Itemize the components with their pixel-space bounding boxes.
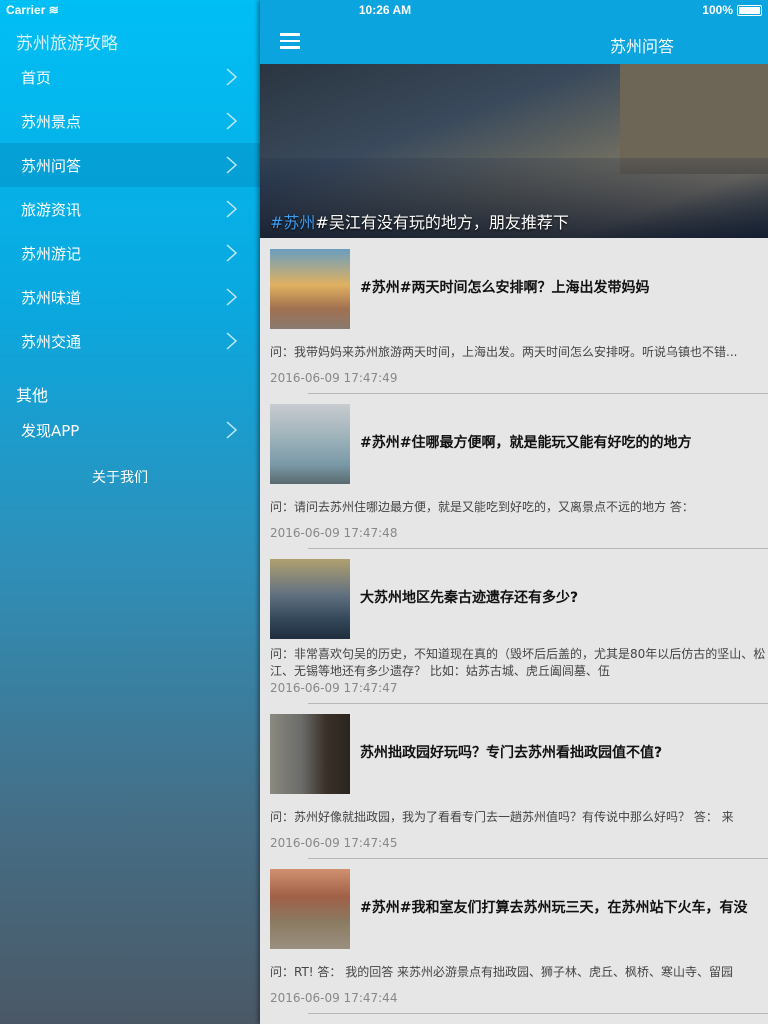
sidebar-item-label: 苏州交通 — [21, 332, 82, 351]
question-title: 大苏州地区先秦古迹遗存还有多少? — [360, 590, 579, 606]
list-item[interactable]: #苏州#我和室友们打算去苏州玩三天，在苏州站下火车，有没 问：RT! 答： 我的… — [260, 859, 768, 1014]
nav-bar: 10:26 AM 100% 苏州问答 — [260, 0, 768, 64]
question-title: 苏州拙政园好玩吗？专门去苏州看拙政园值不值? — [360, 745, 663, 761]
banner-caption-text: #吴江有没有玩的地方，朋友推荐下 — [315, 213, 569, 232]
sidebar-item-qa[interactable]: 苏州问答 — [0, 143, 260, 187]
thumbnail — [270, 714, 350, 794]
sidebar: Carrier ≋ 苏州旅游攻略 首页 苏州景点 苏州问答 旅游资讯 苏州游记 … — [0, 0, 260, 1024]
sidebar-item-transport[interactable]: 苏州交通 — [0, 319, 260, 363]
question-desc: 问：我带妈妈来苏州旅游两天时间，上海出发。两天时间怎么安排呀。听说乌镇也不错..… — [270, 345, 738, 359]
chevron-right-icon — [226, 156, 238, 174]
main-panel: 10:26 AM 100% 苏州问答 #苏州#吴江有没有玩的地方，朋友推荐下 #… — [260, 0, 768, 1024]
sidebar-item-label: 发现APP — [21, 421, 80, 440]
thumbnail — [270, 869, 350, 949]
sidebar-section-other: 其他 — [16, 386, 49, 405]
sidebar-title: 苏州旅游攻略 — [16, 34, 118, 54]
sidebar-item-home[interactable]: 首页 — [0, 55, 260, 99]
question-date: 2016-06-09 17:47:44 — [270, 991, 398, 1005]
question-desc: 问：请问去苏州住哪边最方便，就是又能吃到好吃的，又离景点不远的地方 答： — [270, 500, 694, 514]
question-title: #苏州#住哪最方便啊，就是能玩又能有好吃的的地方 — [360, 435, 692, 451]
banner-tag: #苏州 — [270, 213, 316, 232]
chevron-right-icon — [226, 112, 238, 130]
status-battery: 100% — [702, 3, 762, 17]
sidebar-item-label: 旅游资讯 — [21, 200, 82, 219]
carrier-label: Carrier — [6, 3, 46, 17]
question-date: 2016-06-09 17:47:48 — [270, 526, 398, 540]
list-item[interactable]: #苏州#住哪最方便啊，就是能玩又能有好吃的的地方 问：请问去苏州住哪边最方便，就… — [260, 394, 768, 549]
sidebar-item-news[interactable]: 旅游资讯 — [0, 187, 260, 231]
status-time: 10:26 AM — [358, 3, 412, 17]
hamburger-menu-icon[interactable] — [280, 33, 300, 49]
thumbnail — [270, 559, 350, 639]
question-date: 2016-06-09 17:47:47 — [270, 681, 398, 695]
banner[interactable]: #苏州#吴江有没有玩的地方，朋友推荐下 — [260, 64, 768, 238]
sidebar-item-discover-app[interactable]: 发现APP — [0, 408, 260, 452]
battery-icon — [737, 4, 762, 16]
page-title: 苏州问答 — [610, 37, 675, 56]
question-desc: 问：RT! 答： 我的回答 来苏州必游景点有拙政园、狮子林、虎丘、枫桥、寒山寺、… — [270, 965, 734, 979]
sidebar-item-label: 苏州问答 — [21, 156, 82, 175]
about-us-link[interactable]: 关于我们 — [0, 467, 240, 487]
chevron-right-icon — [226, 244, 238, 262]
list-item[interactable]: #苏州#两天时间怎么安排啊？上海出发带妈妈 问：我带妈妈来苏州旅游两天时间，上海… — [260, 239, 768, 394]
question-desc: 问：非常喜欢句吴的历史，不知道现在真的（毁坏后后盖的，尤其是80年以后仿古的坚山… — [270, 647, 766, 678]
divider — [308, 1013, 768, 1014]
chevron-right-icon — [226, 200, 238, 218]
battery-label: 100% — [702, 3, 733, 17]
sidebar-item-travelogue[interactable]: 苏州游记 — [0, 231, 260, 275]
sidebar-item-attractions[interactable]: 苏州景点 — [0, 99, 260, 143]
list-item[interactable]: 苏州拙政园好玩吗？专门去苏州看拙政园值不值? 问：苏州好像就拙政园，我为了看看专… — [260, 704, 768, 859]
question-date: 2016-06-09 17:47:49 — [270, 371, 398, 385]
thumbnail — [270, 249, 350, 329]
list-item[interactable]: 大苏州地区先秦古迹遗存还有多少? 问：非常喜欢句吴的历史，不知道现在真的（毁坏后… — [260, 549, 768, 704]
question-title: #苏州#我和室友们打算去苏州玩三天，在苏州站下火车，有没 — [360, 900, 748, 916]
chevron-right-icon — [226, 332, 238, 350]
sidebar-item-label: 苏州游记 — [21, 244, 82, 263]
sidebar-item-label: 首页 — [21, 68, 52, 87]
chevron-right-icon — [226, 68, 238, 86]
wifi-icon: ≋ — [48, 3, 59, 17]
question-desc: 问：苏州好像就拙政园，我为了看看专门去一趟苏州值吗？有传说中那么好吗？ 答： 来 — [270, 810, 734, 824]
sidebar-item-label: 苏州味道 — [21, 288, 82, 307]
thumbnail — [270, 404, 350, 484]
banner-caption: #苏州#吴江有没有玩的地方，朋友推荐下 — [270, 209, 569, 233]
chevron-right-icon — [226, 288, 238, 306]
sidebar-item-food[interactable]: 苏州味道 — [0, 275, 260, 319]
question-date: 2016-06-09 17:47:45 — [270, 836, 398, 850]
question-title: #苏州#两天时间怎么安排啊？上海出发带妈妈 — [360, 280, 650, 296]
status-carrier: Carrier ≋ — [6, 3, 59, 17]
chevron-right-icon — [226, 421, 238, 439]
sidebar-item-label: 苏州景点 — [21, 112, 82, 131]
